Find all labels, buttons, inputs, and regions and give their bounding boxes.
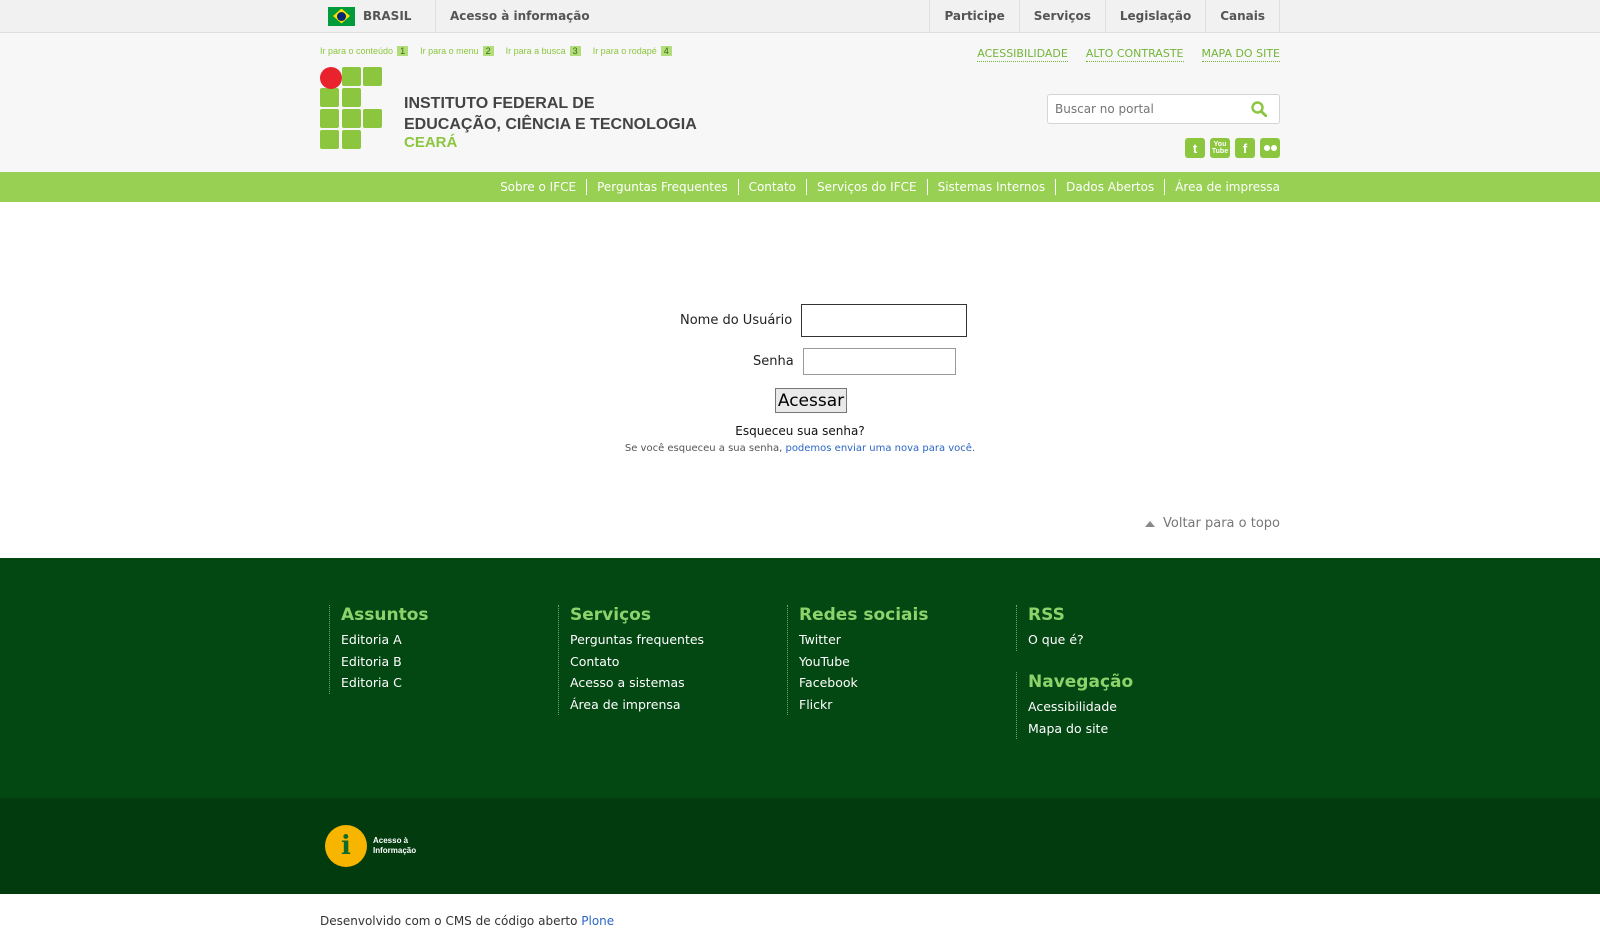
nav-contato[interactable]: Contato [737, 179, 806, 195]
footer-link[interactable]: O que é? [1028, 629, 1084, 651]
institution-subtitle: CEARÁ [404, 134, 458, 151]
footer-link[interactable]: Acesso a sistemas [570, 672, 704, 694]
servicos-link[interactable]: Serviços [1018, 0, 1105, 32]
footer-bottom: i Acesso à Informação [0, 798, 1600, 894]
footer-link[interactable]: Flickr [799, 694, 928, 716]
footer: Assuntos Editoria A Editoria B Editoria … [0, 558, 1600, 798]
footer-col-rss: RSS O que é? [1016, 605, 1084, 651]
skip-to-content-link[interactable]: Ir para o conteúdo 1 [320, 46, 409, 56]
site-header: Ir para o conteúdo 1 Ir para o menu 2 Ir p… [0, 33, 1600, 172]
skip-to-footer-link[interactable]: Ir para o rodapé 4 [593, 46, 672, 56]
forgot-password-text: Se você esqueceu a sua senha, podemos en… [624, 443, 976, 454]
nav-servicos[interactable]: Serviços do IFCE [806, 179, 927, 195]
youtube-icon[interactable]: You Tube [1210, 138, 1230, 158]
search-box [1047, 94, 1280, 124]
password-row: Senha [753, 348, 956, 375]
search-input[interactable] [1048, 102, 1238, 116]
plone-link[interactable]: Plone [581, 914, 614, 928]
footer-link[interactable]: Twitter [799, 629, 928, 651]
footer-heading: Serviços [570, 605, 651, 625]
footer-heading: RSS [1028, 605, 1065, 625]
password-label: Senha [753, 354, 794, 369]
username-row: Nome do Usuário [680, 304, 968, 337]
footer-heading: Assuntos [341, 605, 429, 625]
footer-link[interactable]: Editoria A [341, 629, 429, 651]
reset-password-link[interactable]: podemos enviar uma nova para você [785, 443, 971, 454]
top-bar-menu: Participe Serviços Legislação Canais [929, 0, 1280, 32]
access-info-logo[interactable]: i Acesso à Informação [325, 825, 416, 867]
username-label: Nome do Usuário [680, 313, 793, 328]
info-icon: i [325, 825, 367, 867]
brazil-flag-icon [328, 6, 355, 26]
legislacao-link[interactable]: Legislação [1104, 0, 1205, 32]
search-icon[interactable] [1251, 101, 1267, 117]
footer-link[interactable]: Editoria B [341, 651, 429, 673]
institution-title[interactable]: INSTITUTO FEDERAL DE EDUCAÇÃO, CIÊNCIA E… [404, 93, 697, 135]
accessibility-link[interactable]: ACESSIBILIDADE [977, 47, 1068, 62]
footer-link[interactable]: Perguntas frequentes [570, 629, 704, 651]
footer-link[interactable]: Facebook [799, 672, 928, 694]
ifce-logo[interactable] [320, 67, 384, 151]
site-map-link[interactable]: MAPA DO SITE [1201, 47, 1280, 62]
nav-sistemas[interactable]: Sistemas Internos [926, 179, 1056, 195]
back-to-top-link[interactable]: Voltar para o topo [1145, 516, 1280, 531]
nav-sobre[interactable]: Sobre o IFCE [490, 179, 586, 195]
forgot-password-title: Esqueceu sua senha? [735, 424, 865, 438]
canais-link[interactable]: Canais [1205, 0, 1280, 32]
nav-dados-abertos[interactable]: Dados Abertos [1055, 179, 1164, 195]
social-icons: t You Tube f [1180, 138, 1280, 158]
access-info-logo-text: Acesso à Informação [373, 836, 417, 855]
footer-link[interactable]: Mapa do site [1028, 718, 1133, 740]
access-info-link[interactable]: Acesso à informação [450, 9, 590, 23]
footer-link[interactable]: Editoria C [341, 672, 429, 694]
nav-area-impressa[interactable]: Área de impressa [1164, 179, 1280, 195]
footer-link[interactable]: YouTube [799, 651, 928, 673]
password-input[interactable] [802, 348, 956, 375]
footer-col-navegacao: Navegação Acessibilidade Mapa do site [1016, 672, 1133, 739]
footer-col-assuntos: Assuntos Editoria A Editoria B Editoria … [329, 605, 429, 694]
footer-link[interactable]: Acessibilidade [1028, 696, 1133, 718]
footer-link[interactable]: Área de imprensa [570, 694, 704, 716]
footer-col-redes: Redes sociais Twitter YouTube Facebook F… [787, 605, 928, 715]
main-content: Nome do Usuário Senha Acessar Esqueceu s… [0, 202, 1600, 558]
footer-heading: Navegação [1028, 672, 1134, 692]
twitter-icon[interactable]: t [1185, 138, 1205, 158]
username-input[interactable] [801, 304, 968, 337]
footer-col-servicos: Serviços Perguntas frequentes Contato Ac… [558, 605, 704, 715]
footer-heading: Redes sociais [799, 605, 929, 625]
utility-links: ACESSIBILIDADE ALTO CONTRASTE MAPA DO SI… [959, 47, 1280, 62]
skip-to-search-link[interactable]: Ir para a busca 3 [506, 46, 581, 56]
footer-link[interactable]: Contato [570, 651, 704, 673]
gov-top-bar: BRASIL Acesso à informação Participe Ser… [0, 0, 1600, 33]
brasil-link[interactable]: BRASIL [320, 0, 436, 32]
nav-perguntas[interactable]: Perguntas Frequentes [586, 179, 738, 195]
main-navigation: Sobre o IFCE Perguntas Frequentes Contat… [0, 172, 1600, 202]
high-contrast-link[interactable]: ALTO CONTRASTE [1085, 47, 1184, 62]
accessibility-shortcuts: Ir para o conteúdo 1 Ir para o menu 2 Ir p… [320, 46, 684, 56]
cms-credit: Desenvolvido com o CMS de código aberto … [320, 914, 615, 928]
skip-to-menu-link[interactable]: Ir para o menu 2 [420, 46, 494, 56]
login-button[interactable]: Acessar [775, 388, 847, 413]
brasil-label: BRASIL [363, 9, 412, 23]
facebook-icon[interactable]: f [1235, 138, 1255, 158]
participe-link[interactable]: Participe [929, 0, 1018, 32]
flickr-icon[interactable] [1260, 138, 1280, 158]
arrow-up-icon [1145, 520, 1155, 527]
